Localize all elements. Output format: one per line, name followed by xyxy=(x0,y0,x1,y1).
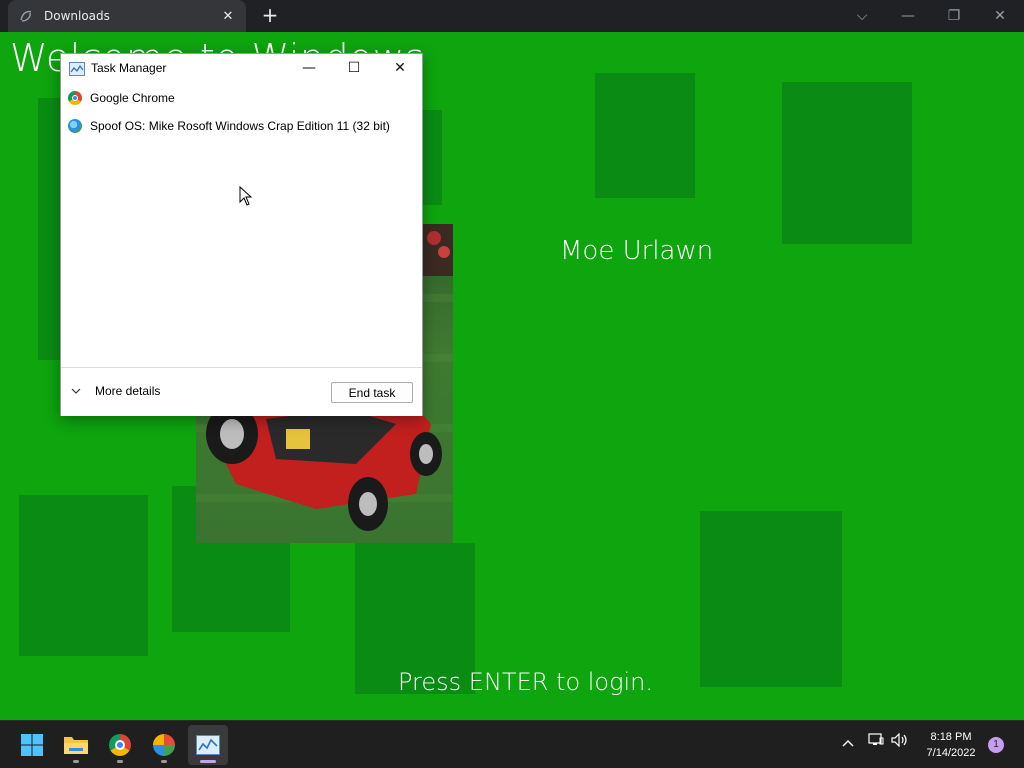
background-tile xyxy=(19,495,148,656)
task-manager-footer: More details End task xyxy=(61,367,422,416)
task-manager-close-button[interactable]: ✕ xyxy=(377,54,423,82)
browser-close-button[interactable]: ✕ xyxy=(980,4,1020,28)
spoof-os-globe-icon xyxy=(153,734,175,756)
task-manager-window[interactable]: Task Manager — ☐ ✕ Google Chrome Spoof O… xyxy=(60,53,423,416)
browser-tab-downloads[interactable]: Downloads ✕ xyxy=(8,0,246,32)
process-name: Google Chrome xyxy=(90,91,175,105)
tab-title: Downloads xyxy=(44,9,110,23)
running-indicator xyxy=(117,760,123,763)
taskbar-chrome[interactable] xyxy=(100,725,140,765)
clock-date: 7/14/2022 xyxy=(926,747,976,759)
chrome-icon xyxy=(68,91,82,105)
process-row-spoof-os[interactable]: Spoof OS: Mike Rosoft Windows Crap Editi… xyxy=(61,112,422,140)
more-details-label: More details xyxy=(95,384,161,398)
taskbar-file-explorer[interactable] xyxy=(56,725,96,765)
running-indicator xyxy=(161,760,167,763)
task-manager-title: Task Manager xyxy=(91,61,167,75)
user-name-label: Moe Urlawn xyxy=(560,236,714,266)
taskbar: 8:18 PM 7/14/2022 1 xyxy=(0,720,1024,768)
task-manager-icon xyxy=(69,61,85,76)
browser-minimize-button[interactable]: — xyxy=(888,4,928,28)
background-tile xyxy=(782,82,912,244)
task-manager-maximize-button[interactable]: ☐ xyxy=(331,54,377,82)
process-row-chrome[interactable]: Google Chrome xyxy=(61,84,422,112)
chrome-icon xyxy=(109,734,131,756)
network-icon[interactable] xyxy=(866,733,886,751)
browser-titlebar: Downloads ✕ + ⌵ — ❐ ✕ xyxy=(0,0,1024,32)
background-tile xyxy=(700,511,842,687)
notification-badge[interactable]: 1 xyxy=(988,737,1004,753)
task-manager-icon xyxy=(196,735,220,755)
end-task-button[interactable]: End task xyxy=(331,382,413,403)
mouse-cursor-icon xyxy=(239,185,253,210)
new-tab-button[interactable]: + xyxy=(258,4,282,28)
tab-search-dropdown-icon[interactable]: ⌵ xyxy=(842,4,882,28)
start-button[interactable] xyxy=(12,725,52,765)
running-indicator xyxy=(73,760,79,763)
folder-icon xyxy=(64,737,88,754)
clock-time: 8:18 PM xyxy=(930,731,972,743)
volume-icon[interactable] xyxy=(890,732,910,751)
spoof-os-globe-icon xyxy=(68,119,82,133)
process-list: Google Chrome Spoof OS: Mike Rosoft Wind… xyxy=(61,84,422,140)
system-clock[interactable]: 8:18 PM 7/14/2022 xyxy=(916,729,986,761)
windows-logo-icon xyxy=(21,734,43,756)
tray-overflow-chevron-icon[interactable] xyxy=(838,733,858,751)
active-indicator xyxy=(200,760,216,763)
process-name: Spoof OS: Mike Rosoft Windows Crap Editi… xyxy=(90,119,390,133)
tab-close-icon[interactable]: ✕ xyxy=(220,9,236,24)
background-tile xyxy=(595,73,695,198)
browser-restore-button[interactable]: ❐ xyxy=(934,4,974,28)
task-manager-minimize-button[interactable]: — xyxy=(286,54,332,82)
spoof-os-tab-icon xyxy=(18,8,34,24)
more-details-toggle[interactable]: More details xyxy=(71,384,160,398)
chevron-down-icon xyxy=(71,385,85,397)
login-hint: Press ENTER to login. xyxy=(398,668,654,696)
taskbar-spoof-os[interactable] xyxy=(144,725,184,765)
taskbar-task-manager[interactable] xyxy=(188,725,228,765)
